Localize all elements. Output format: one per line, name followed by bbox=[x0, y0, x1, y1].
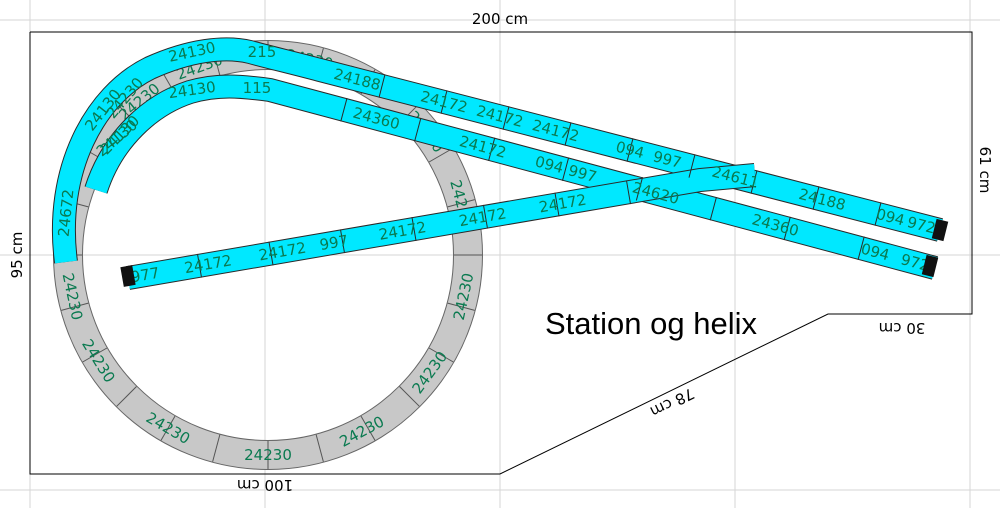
dimension-right: 61 cm bbox=[976, 147, 994, 194]
track-plan-canvas: 2423024230242302423024230242302423024230… bbox=[0, 0, 1000, 508]
diagram-title: Station og helix bbox=[545, 306, 757, 341]
helix-piece-label: 24230 bbox=[244, 446, 292, 464]
dimension-left: 95 cm bbox=[8, 232, 26, 279]
outer-curve-label: 215 bbox=[248, 43, 277, 61]
inner-curve-label: 115 bbox=[243, 79, 272, 97]
dimension-top: 200 cm bbox=[472, 10, 528, 28]
dimension-step: 30 cm bbox=[879, 319, 926, 337]
dimension-bottom: 100 cm bbox=[237, 476, 293, 494]
